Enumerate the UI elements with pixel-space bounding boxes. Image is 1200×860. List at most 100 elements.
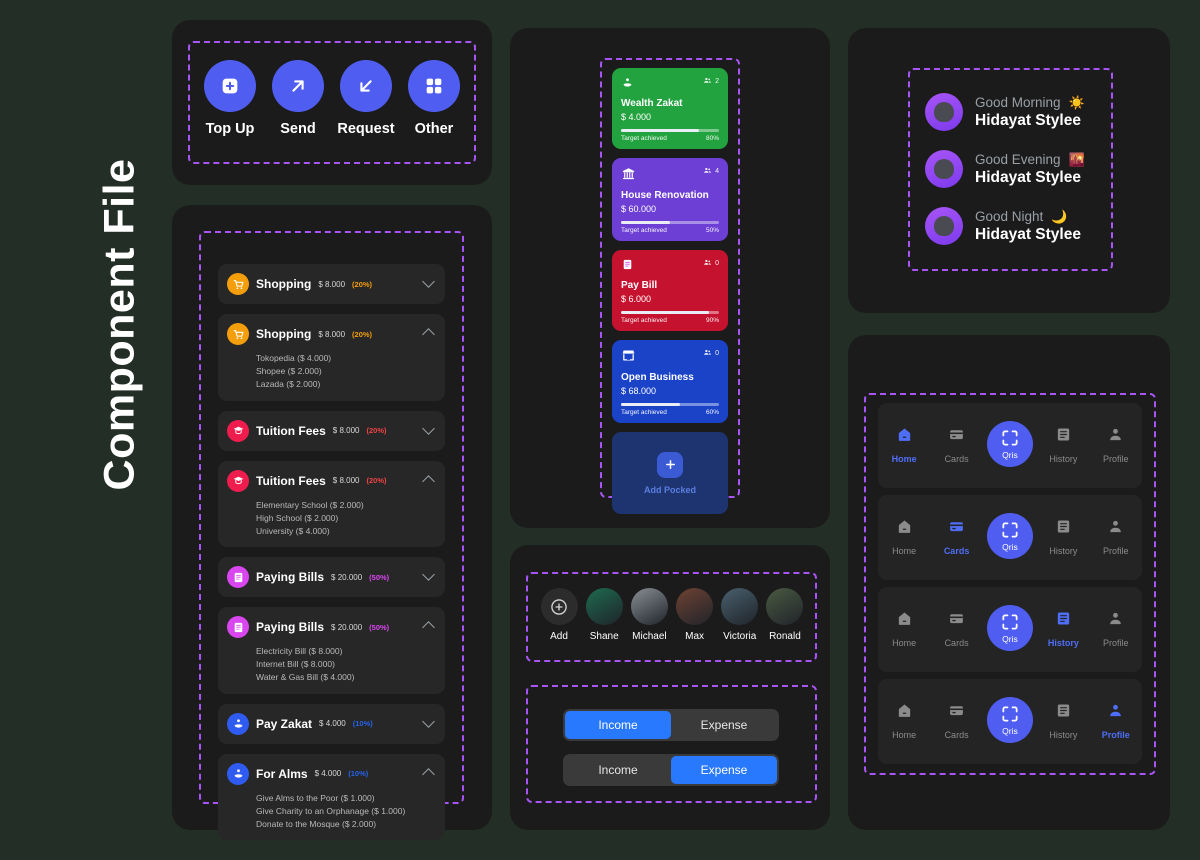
- accordion-amount: $ 20.000: [331, 572, 363, 582]
- accordion-children: Elementary School ($ 2.000) High School (…: [256, 499, 435, 539]
- segmented-toggle: Income Expense: [563, 754, 779, 786]
- nav-item-home[interactable]: Home: [882, 424, 926, 467]
- nav-item-qris[interactable]: Qris: [986, 604, 1033, 651]
- quick-action-label: Other: [414, 121, 454, 137]
- nav-item-label: Profile: [1102, 638, 1129, 648]
- accordion-header[interactable]: Pay Zakat $ 4.000 (10%): [227, 712, 435, 735]
- accordion-header[interactable]: Shopping $ 8.000 (20%): [227, 323, 435, 345]
- accordion-children: Tokopedia ($ 4.000) Shopee ($ 2.000) Lazad…: [256, 352, 435, 392]
- nav-item-qris[interactable]: Qris: [986, 696, 1033, 743]
- accordion-item[interactable]: Shopping $ 8.000 (20%) Tokopedia ($ 4.00…: [218, 314, 445, 401]
- nav-item-history[interactable]: History: [1041, 424, 1085, 467]
- pocket-top: 4: [621, 166, 719, 186]
- accordion-child: University ($ 4.000): [256, 525, 330, 536]
- accordion-header[interactable]: Tuition Fees $ 8.000 (20%): [227, 469, 435, 492]
- accordion-item[interactable]: Paying Bills $ 20.000 (50%) Electricity …: [218, 607, 445, 694]
- pocket-title: House Renovation: [621, 190, 709, 201]
- nav-item-home[interactable]: Home: [882, 516, 926, 559]
- add-pocket-button[interactable]: Add Pocked: [612, 432, 728, 514]
- nav-item-profile[interactable]: Profile: [1094, 608, 1138, 651]
- pocket-footer: Target achieved 60%: [621, 409, 719, 416]
- add-icon[interactable]: [540, 588, 578, 625]
- scan-icon: [1000, 520, 1020, 540]
- nav-item-label: Cards: [944, 730, 969, 740]
- accordion-item[interactable]: Tuition Fees $ 8.000 (20%) Elementary Sc…: [218, 460, 445, 548]
- people-icon: [703, 76, 712, 87]
- quick-action-send[interactable]: Send: [267, 60, 329, 137]
- canvas: Component File Top Up Send Request Other…: [0, 0, 1200, 860]
- nav-item-cards[interactable]: Cards: [935, 516, 979, 559]
- shopping-cart-icon: [227, 273, 249, 295]
- accordion-header[interactable]: Shopping $ 8.000 (20%): [227, 273, 435, 295]
- pocket-card[interactable]: 0 Open Business $ 68.000 Target achieved…: [612, 340, 728, 423]
- grid-icon: [408, 60, 460, 112]
- pocket-progress-bar: [621, 129, 719, 132]
- bottom-navbar: Home Cards Qris History Profile: [878, 679, 1142, 764]
- accordion-item[interactable]: Pay Zakat $ 4.000 (10%): [218, 703, 445, 744]
- accordion-children: Give Alms to the Poor ($ 1.000) Give Char…: [256, 792, 435, 832]
- nav-item-cards[interactable]: Cards: [935, 424, 979, 467]
- toggle-option-income[interactable]: Income: [565, 756, 671, 784]
- accordion-title: Shopping: [256, 327, 312, 341]
- store-icon: [621, 348, 636, 368]
- contact-item[interactable]: Victoria: [719, 588, 761, 642]
- nav-item-profile[interactable]: Profile: [1094, 516, 1138, 559]
- toggle-option-expense[interactable]: Expense: [671, 756, 777, 784]
- pocket-card[interactable]: 4 House Renovation $ 60.000 Target achie…: [612, 158, 728, 241]
- avatar: [925, 150, 963, 188]
- people-icon: [703, 348, 712, 359]
- nav-item-cards[interactable]: Cards: [935, 700, 979, 743]
- nav-item-home[interactable]: Home: [882, 608, 926, 651]
- nav-item-history[interactable]: History: [1041, 516, 1085, 559]
- quick-action-request[interactable]: Request: [335, 60, 397, 137]
- contact-item[interactable]: Ronald: [764, 588, 806, 642]
- contact-name: Michael: [632, 631, 667, 642]
- accordion-header[interactable]: Paying Bills $ 20.000 (50%): [227, 616, 435, 639]
- accordion-header[interactable]: For Alms $ 4.000 (10%): [227, 762, 435, 785]
- nav-item-home[interactable]: Home: [882, 700, 926, 743]
- accordion-title: Shopping: [256, 277, 312, 291]
- nav-item-qris[interactable]: Qris: [986, 420, 1033, 467]
- accordion-title: For Alms: [256, 766, 308, 781]
- contact-item[interactable]: Add: [538, 588, 580, 642]
- quick-action-top-up[interactable]: Top Up: [199, 60, 261, 137]
- history-icon: [1041, 516, 1085, 536]
- toggle-option-expense[interactable]: Expense: [671, 711, 777, 739]
- accordion-child: Tokopedia ($ 4.000): [256, 353, 332, 363]
- accordion-percent: (10%): [352, 719, 373, 729]
- nav-item-label: History: [1049, 454, 1078, 464]
- accordion-item[interactable]: Tuition Fees $ 8.000 (20%): [218, 410, 445, 451]
- pocket-progress-bar: [621, 403, 719, 406]
- accordion-percent: (20%): [352, 279, 373, 289]
- accordion-amount: $ 8.000: [318, 279, 346, 289]
- nav-item-profile[interactable]: Profile: [1094, 424, 1138, 467]
- arrow-down-left-icon: [340, 60, 392, 112]
- accordion-item[interactable]: For Alms $ 4.000 (10%) Give Alms to the …: [218, 753, 445, 841]
- toggle-option-income[interactable]: Income: [565, 711, 671, 739]
- pocket-card[interactable]: 0 Pay Bill $ 6.000 Target achieved 90%: [612, 250, 728, 331]
- quick-action-other[interactable]: Other: [403, 60, 465, 137]
- accordion-header[interactable]: Paying Bills $ 20.000 (50%): [227, 566, 435, 589]
- history-icon: [1041, 424, 1085, 444]
- nav-item-cards[interactable]: Cards: [935, 608, 979, 651]
- nav-item-label: Cards: [944, 454, 969, 464]
- contact-item[interactable]: Michael: [628, 588, 670, 642]
- pocket-progress-label: Target achieved: [621, 227, 667, 234]
- greetings-list: Good Morning ☀️ Hidayat Stylee Good Even…: [925, 93, 1100, 264]
- nav-item-label: Home: [892, 546, 917, 556]
- pocket-card[interactable]: 2 Wealth Zakat $ 4.000 Target achieved 8…: [612, 68, 728, 149]
- contact-item[interactable]: Shane: [583, 588, 625, 642]
- accordion-header[interactable]: Tuition Fees $ 8.000 (20%): [227, 419, 435, 442]
- accordion-item[interactable]: Shopping $ 8.000 (20%): [218, 264, 445, 304]
- accordion-item[interactable]: Paying Bills $ 20.000 (50%): [218, 557, 445, 598]
- pocket-title: Open Business: [621, 372, 694, 383]
- nav-item-qris[interactable]: Qris: [986, 512, 1033, 559]
- contact-item[interactable]: Max: [674, 588, 716, 642]
- nav-item-label: Profile: [1102, 546, 1129, 556]
- greeting-text: Good Evening 🌇 Hidayat Stylee: [975, 152, 1085, 187]
- nav-item-history[interactable]: History: [1041, 608, 1085, 651]
- graduation-cap-icon: [227, 469, 249, 492]
- home-icon: [882, 516, 926, 536]
- nav-item-profile[interactable]: Profile: [1094, 700, 1138, 743]
- nav-item-history[interactable]: History: [1041, 700, 1085, 743]
